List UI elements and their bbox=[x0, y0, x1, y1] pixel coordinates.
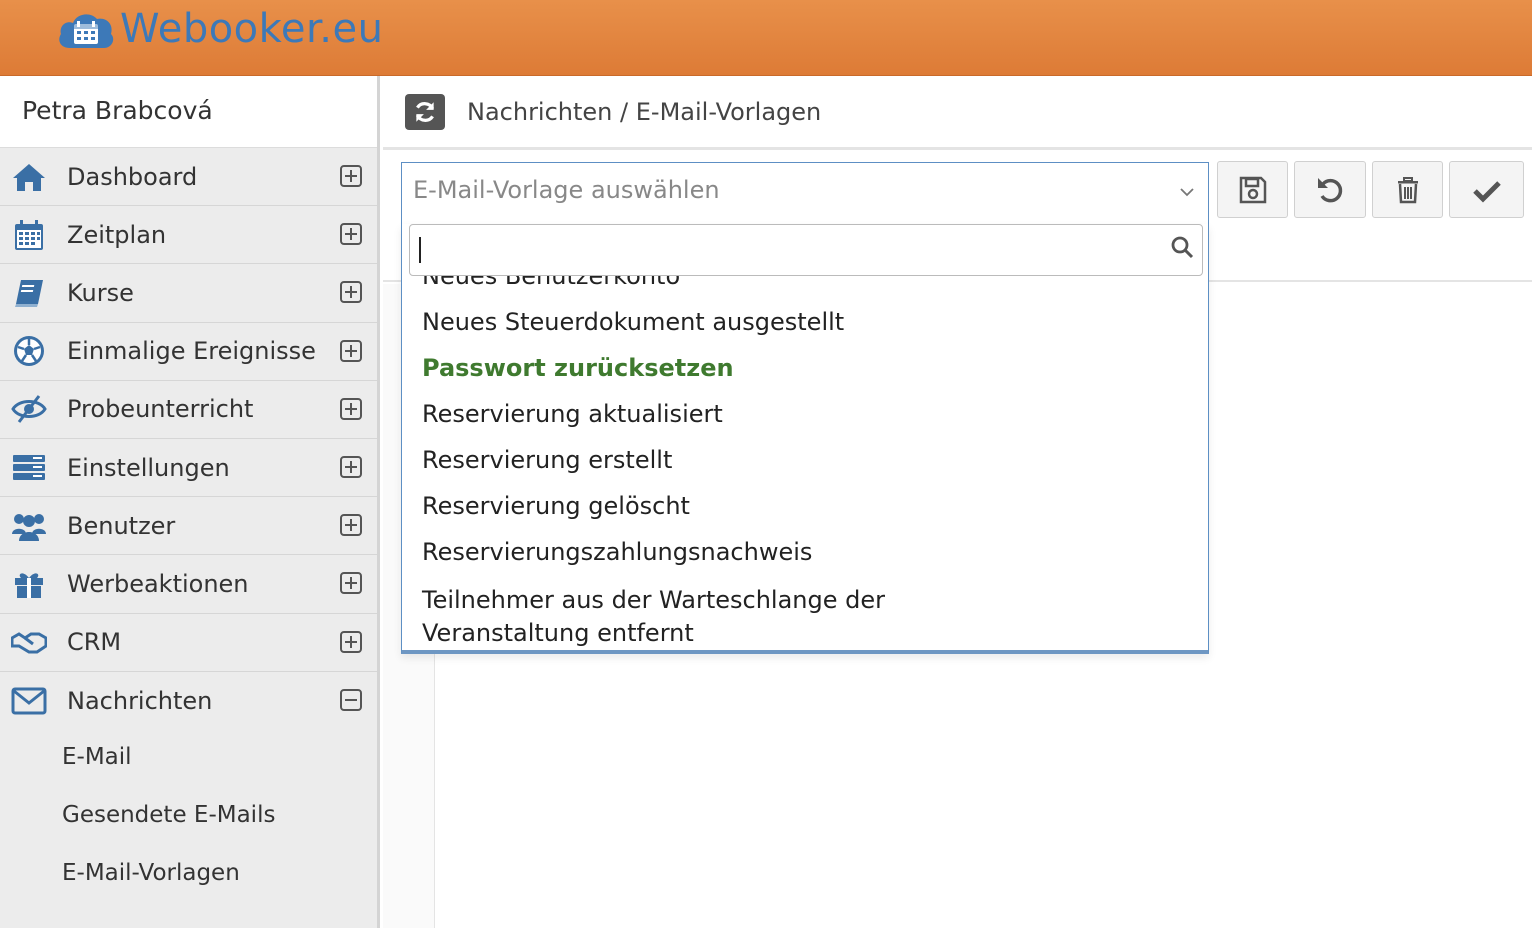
expand-icon[interactable] bbox=[340, 514, 362, 537]
sidebar-subitem-gesendete-emails[interactable]: Gesendete E-Mails bbox=[0, 788, 377, 846]
book-icon bbox=[8, 276, 50, 310]
logo-text: Webooker.eu bbox=[120, 6, 384, 52]
delete-button[interactable] bbox=[1372, 161, 1443, 218]
expand-icon[interactable] bbox=[340, 165, 362, 187]
dropdown-option-selected[interactable]: Passwort zurücksetzen bbox=[402, 345, 1208, 391]
expand-icon[interactable] bbox=[340, 397, 362, 420]
refresh-button[interactable] bbox=[405, 93, 445, 130]
users-icon bbox=[8, 509, 50, 543]
sidebar-item-zeitplan[interactable]: Zeitplan bbox=[0, 206, 377, 265]
calendar-icon bbox=[8, 218, 50, 252]
gift-icon bbox=[8, 567, 50, 601]
dropdown-option[interactable]: Neues Steuerdokument ausgestellt bbox=[402, 299, 1208, 345]
dropdown-option[interactable]: Neues Benutzerkonto bbox=[402, 276, 1208, 299]
sidebar-item-probeunterricht[interactable]: Probeunterricht bbox=[0, 381, 377, 439]
trash-icon bbox=[1397, 176, 1418, 203]
expand-icon[interactable] bbox=[340, 339, 362, 362]
search-icon bbox=[1171, 236, 1194, 259]
sidebar-item-label: Dashboard bbox=[67, 162, 198, 191]
sidebar-item-label: Probeunterricht bbox=[67, 395, 254, 424]
template-select-placeholder: E-Mail-Vorlage auswählen bbox=[413, 176, 720, 204]
breadcrumb: Nachrichten / E-Mail-Vorlagen bbox=[467, 97, 822, 126]
expand-icon[interactable] bbox=[340, 455, 362, 478]
sidebar-item-label: Kurse bbox=[67, 278, 134, 307]
dropdown-options: Neues Benutzerkonto Neues Steuerdokument… bbox=[402, 276, 1208, 650]
refresh-icon bbox=[415, 101, 435, 122]
page-header: Nachrichten / E-Mail-Vorlagen bbox=[383, 76, 1532, 150]
sidebar: Petra Brabcová Dashboard Zeitplan Kurse bbox=[0, 76, 380, 928]
sidebar-item-label: Nachrichten bbox=[67, 686, 213, 715]
dropdown-option[interactable]: Reservierung erstellt bbox=[402, 437, 1208, 483]
sidebar-item-label: Zeitplan bbox=[67, 220, 167, 249]
user-name[interactable]: Petra Brabcová bbox=[0, 76, 377, 148]
home-icon bbox=[8, 160, 50, 194]
sidebar-item-label: Einstellungen bbox=[67, 453, 230, 482]
logo[interactable]: Webooker.eu bbox=[56, 6, 383, 52]
dropdown-option[interactable]: Teilnehmer aus der Warteschlange der Ver… bbox=[402, 575, 1022, 650]
sidebar-item-werbeaktionen[interactable]: Werbeaktionen bbox=[0, 555, 377, 614]
undo-button[interactable] bbox=[1294, 161, 1366, 218]
template-dropdown: Neues Benutzerkonto Neues Steuerdokument… bbox=[401, 224, 1209, 654]
sidebar-item-label: Einmalige Ereignisse bbox=[67, 337, 316, 366]
chevron-down-icon bbox=[1180, 188, 1194, 197]
sidebar-item-crm[interactable]: CRM bbox=[0, 614, 377, 672]
sidebar-item-label: Werbeaktionen bbox=[67, 569, 249, 598]
main-content: Nachrichten / E-Mail-Vorlagen E-Mail-Vor… bbox=[383, 76, 1532, 928]
expand-icon[interactable] bbox=[340, 223, 362, 246]
sidebar-item-label: CRM bbox=[67, 628, 122, 657]
sidebar-item-einstellungen[interactable]: Einstellungen bbox=[0, 439, 377, 498]
save-icon bbox=[1239, 176, 1266, 203]
expand-icon[interactable] bbox=[340, 630, 362, 653]
sidebar-item-label: Benutzer bbox=[67, 511, 176, 540]
sidebar-item-nachrichten[interactable]: Nachrichten bbox=[0, 672, 377, 730]
dropdown-option[interactable]: Reservierung gelöscht bbox=[402, 483, 1208, 529]
eye-slash-icon bbox=[8, 392, 50, 426]
server-icon bbox=[8, 451, 50, 485]
template-select[interactable]: E-Mail-Vorlage auswählen bbox=[401, 162, 1209, 224]
collapse-icon[interactable] bbox=[340, 688, 362, 711]
sidebar-subitem-email[interactable]: E-Mail bbox=[0, 730, 377, 788]
sidebar-item-einmalige-ereignisse[interactable]: Einmalige Ereignisse bbox=[0, 323, 377, 381]
dropdown-option[interactable]: Reservierung aktualisiert bbox=[402, 391, 1208, 437]
sidebar-subitem-email-vorlagen[interactable]: E-Mail-Vorlagen bbox=[0, 846, 377, 904]
handshake-icon bbox=[8, 625, 50, 659]
dropdown-option[interactable]: Reservierungszahlungsnachweis bbox=[402, 529, 1208, 575]
text-cursor bbox=[419, 237, 421, 263]
cloud-calendar-icon bbox=[59, 14, 114, 48]
check-icon bbox=[1472, 180, 1501, 203]
expand-icon[interactable] bbox=[340, 281, 362, 304]
expand-icon[interactable] bbox=[340, 572, 362, 595]
save-button[interactable] bbox=[1217, 161, 1288, 218]
sidebar-item-kurse[interactable]: Kurse bbox=[0, 264, 377, 323]
top-bar: Webooker.eu bbox=[0, 0, 1532, 76]
dropdown-search-input[interactable] bbox=[409, 224, 1203, 276]
sidebar-item-dashboard[interactable]: Dashboard bbox=[0, 148, 377, 207]
sidebar-item-benutzer[interactable]: Benutzer bbox=[0, 497, 377, 556]
soccer-ball-icon bbox=[8, 334, 50, 368]
undo-icon bbox=[1318, 177, 1343, 202]
confirm-button[interactable] bbox=[1449, 161, 1524, 218]
envelope-icon bbox=[8, 684, 50, 718]
